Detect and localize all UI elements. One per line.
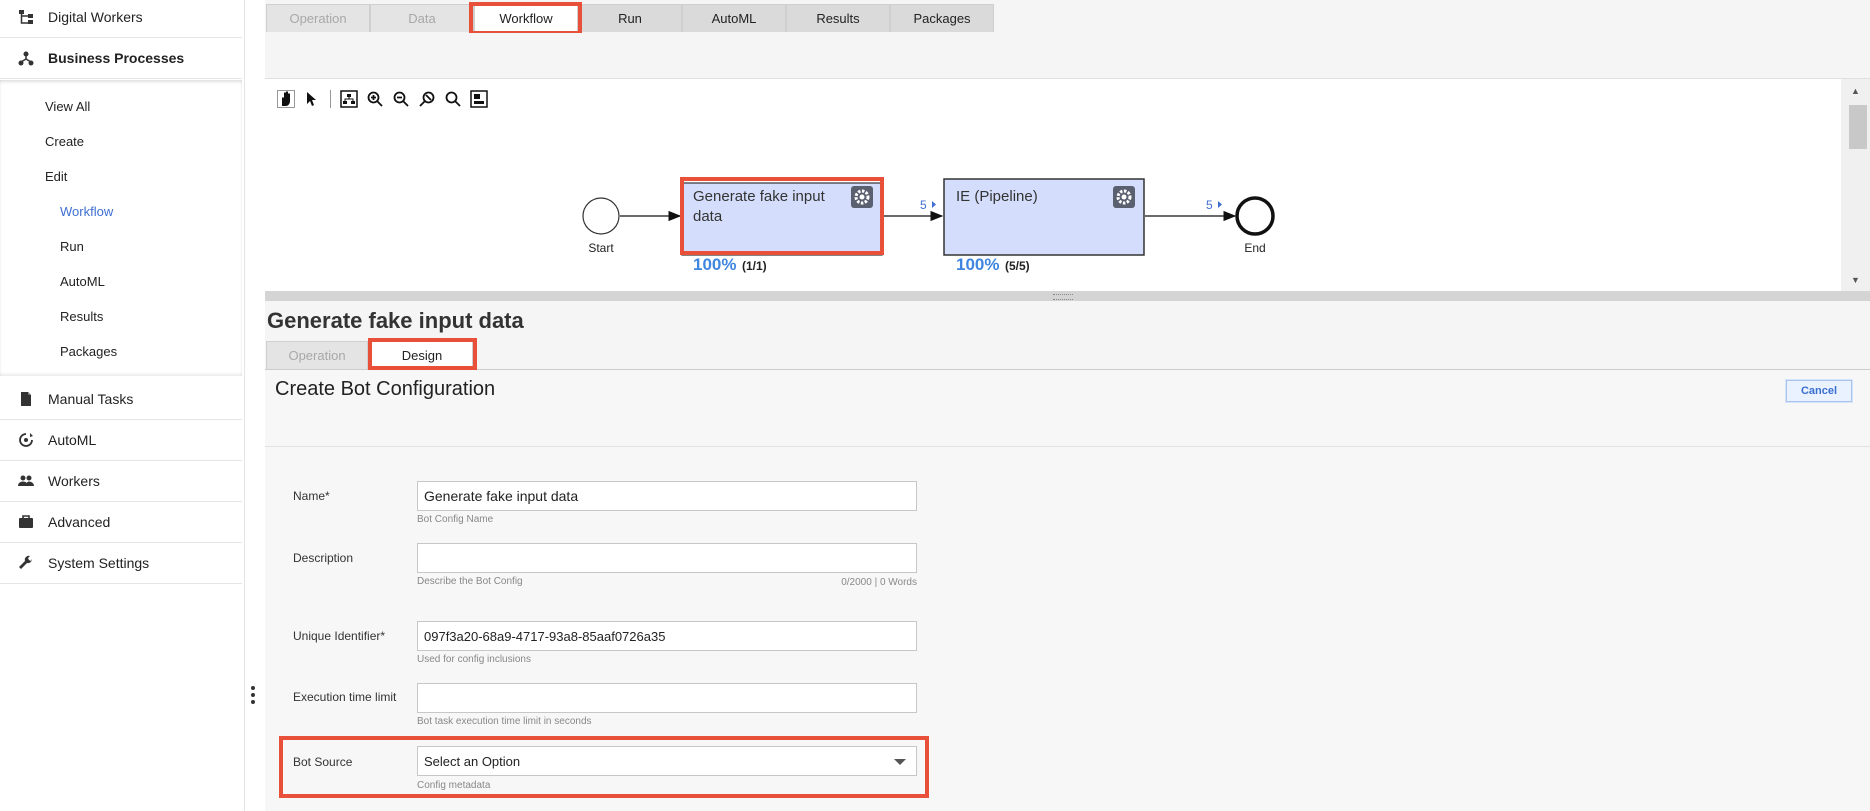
- sidebar-item-manual-tasks[interactable]: Manual Tasks: [0, 379, 242, 420]
- tab-packages[interactable]: Packages: [890, 4, 994, 32]
- wrench-icon: [19, 555, 33, 569]
- end-label: End: [1244, 241, 1265, 255]
- submenu-create[interactable]: Create: [45, 134, 84, 149]
- business-processes-submenu: View All Create Edit Workflow Run AutoML…: [0, 80, 242, 376]
- highlight-design-tab: [368, 338, 477, 370]
- sidebar-item-label: Advanced: [48, 514, 111, 530]
- cancel-button[interactable]: Cancel: [1786, 380, 1852, 402]
- scroll-up-icon[interactable]: ▲: [1851, 86, 1860, 96]
- diagram-header: 1: [265, 33, 1870, 94]
- sidebar-item-advanced[interactable]: Advanced: [0, 502, 242, 543]
- process-icon: [18, 51, 34, 66]
- task2-ratio: (5/5): [1005, 259, 1030, 273]
- edge2-play-icon: [1218, 201, 1222, 208]
- panel-title: Create Bot Configuration: [275, 378, 496, 400]
- tab-operation: Operation: [266, 4, 370, 32]
- name-label: Name*: [293, 489, 330, 503]
- bot-config-panel: Create Bot Configuration Cancel Name* Bo…: [265, 370, 1870, 811]
- scroll-thumb[interactable]: [1849, 105, 1867, 149]
- sidebar-item-label: Business Processes: [48, 50, 185, 66]
- submenu-view-all[interactable]: View All: [45, 99, 90, 114]
- name-field[interactable]: [417, 481, 917, 511]
- pane-splitter[interactable]: [265, 291, 1870, 301]
- hierarchy-icon: [19, 10, 33, 24]
- unique-identifier-label: Unique Identifier*: [293, 629, 386, 643]
- name-help: Bot Config Name: [417, 514, 494, 525]
- unique-identifier-field[interactable]: [417, 621, 917, 651]
- sidebar-item-system-settings[interactable]: System Settings: [0, 543, 242, 584]
- document-icon: [21, 392, 31, 406]
- sidebar-item-business-processes[interactable]: Business Processes: [0, 38, 242, 79]
- sidebar-item-label: Workers: [48, 473, 100, 489]
- start-label: Start: [588, 241, 614, 255]
- description-label: Description: [293, 551, 354, 565]
- highlight-workflow-tab: [469, 2, 582, 35]
- task1-ratio: (1/1): [742, 259, 767, 273]
- sidebar-item-label: Digital Workers: [48, 9, 143, 25]
- diagram-scrollbar[interactable]: ▲ ▼: [1841, 79, 1870, 291]
- task2-percent: 100%: [956, 255, 999, 274]
- description-help: Describe the Bot Config: [417, 576, 523, 587]
- sidebar: Digital Workers Business Processes View …: [0, 0, 245, 811]
- panel-divider: [265, 446, 1870, 447]
- edge2-count: 5: [1206, 198, 1213, 212]
- task2-settings-icon[interactable]: [1113, 186, 1135, 208]
- execution-time-limit-label: Execution time limit: [293, 690, 397, 704]
- main-area: Operation Data Workflow Run AutoML Resul…: [265, 0, 1870, 811]
- submenu-run[interactable]: Run: [60, 239, 84, 254]
- node-title: Generate fake input data: [267, 308, 524, 333]
- subtab-operation: Operation: [266, 341, 368, 369]
- submenu-edit[interactable]: Edit: [45, 169, 67, 184]
- tab-data: Data: [370, 4, 474, 32]
- execution-time-limit-help: Bot task execution time limit in seconds: [417, 716, 592, 727]
- edge1-play-icon: [932, 201, 936, 208]
- briefcase-icon: [19, 515, 33, 528]
- unique-identifier-help: Used for config inclusions: [417, 654, 531, 665]
- task2-title: IE (Pipeline): [956, 188, 1038, 205]
- submenu-workflow[interactable]: Workflow: [60, 204, 113, 219]
- workflow-diagram: Start Generate fake input data 100% (1/1…: [265, 79, 1841, 291]
- sidebar-item-automl[interactable]: AutoML: [0, 420, 242, 461]
- edge1-count: 5: [920, 198, 927, 212]
- highlight-bot-source: [279, 736, 929, 798]
- sidebar-item-label: Manual Tasks: [48, 391, 134, 407]
- submenu-results[interactable]: Results: [60, 309, 103, 324]
- automl-icon: [19, 433, 33, 447]
- tab-run[interactable]: Run: [578, 4, 682, 32]
- splitter-grip-icon: [1053, 294, 1073, 300]
- end-event[interactable]: [1235, 196, 1275, 236]
- start-event[interactable]: [582, 197, 620, 235]
- scroll-down-icon[interactable]: ▼: [1851, 275, 1860, 285]
- highlight-task1: [680, 177, 884, 255]
- sidebar-item-workers[interactable]: Workers: [0, 461, 242, 502]
- people-icon: [18, 475, 34, 486]
- node-tabbar: Operation Design: [265, 338, 1870, 370]
- description-word-count: 0/2000 | 0 Words: [841, 577, 917, 588]
- tab-results[interactable]: Results: [786, 4, 890, 32]
- execution-time-limit-field[interactable]: [417, 683, 917, 713]
- sidebar-item-label: AutoML: [48, 432, 97, 448]
- submenu-automl[interactable]: AutoML: [60, 274, 105, 289]
- workflow-canvas: Start Generate fake input data 100% (1/1…: [582, 178, 1275, 274]
- sidebar-item-digital-workers[interactable]: Digital Workers: [0, 0, 242, 38]
- sidebar-item-label: System Settings: [48, 555, 150, 571]
- task1-percent: 100%: [693, 255, 736, 274]
- tab-automl[interactable]: AutoML: [682, 4, 786, 32]
- submenu-packages[interactable]: Packages: [60, 344, 117, 359]
- more-options-icon[interactable]: [251, 686, 255, 706]
- description-field[interactable]: [417, 543, 917, 573]
